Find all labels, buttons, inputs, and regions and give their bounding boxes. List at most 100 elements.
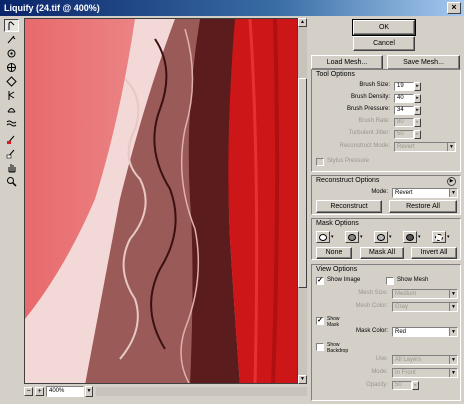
scroll-up-icon[interactable]: ▲ bbox=[298, 18, 307, 27]
pucker-tool[interactable] bbox=[4, 61, 19, 74]
chevron-down-icon: ▼ bbox=[449, 328, 457, 336]
load-mesh-button[interactable]: Load Mesh... bbox=[311, 55, 383, 70]
subtract-selection-icon bbox=[377, 233, 385, 241]
mask-options-group: Mask Options ▾ ▾ ▾ ▾ ▾ None Mask All Inv… bbox=[311, 218, 461, 260]
window-title: Liquify (24.tif @ 400%) bbox=[4, 3, 100, 13]
brush-density-field[interactable]: 40 bbox=[394, 94, 414, 103]
brush-rate-field: 80 bbox=[394, 118, 414, 127]
thaw-mask-tool[interactable] bbox=[4, 147, 19, 160]
mode-label: Mode: bbox=[371, 189, 388, 195]
mirror-tool[interactable] bbox=[4, 103, 19, 116]
view-options-heading: View Options bbox=[316, 266, 358, 273]
turbulence-tool[interactable] bbox=[4, 117, 19, 130]
reconstruct-options-heading: Reconstruct Options bbox=[316, 177, 380, 184]
zoom-out-button[interactable]: − bbox=[24, 387, 33, 396]
save-mesh-button[interactable]: Save Mesh... bbox=[387, 55, 460, 70]
invert-mask[interactable]: ▾ bbox=[432, 230, 456, 244]
twirl-icon bbox=[7, 49, 16, 58]
bloat-icon bbox=[6, 76, 17, 87]
chevron-down-icon: ▾ bbox=[360, 234, 363, 240]
twirl-clockwise-tool[interactable] bbox=[4, 47, 19, 60]
reconstruct-menu-arrow-icon[interactable]: ▶ bbox=[447, 177, 456, 186]
intersect-with-mask[interactable]: ▾ bbox=[403, 230, 427, 244]
brush-size-field[interactable]: 19 bbox=[394, 82, 414, 91]
restore-all-button[interactable]: Restore All bbox=[389, 200, 457, 213]
mesh-color-label: Mesh Color: bbox=[355, 303, 388, 309]
zoom-dropdown-icon[interactable]: ▼ bbox=[85, 386, 93, 397]
mask-color-value: Red bbox=[395, 329, 407, 335]
hand-tool[interactable] bbox=[4, 161, 19, 174]
show-mask-checkbox[interactable]: ✓ bbox=[316, 317, 324, 325]
add-to-mask[interactable]: ▾ bbox=[345, 230, 369, 244]
mask-color-select[interactable]: Red ▼ bbox=[392, 327, 458, 337]
chevron-down-icon: ▼ bbox=[449, 369, 457, 377]
show-backdrop-label: Show Backdrop bbox=[327, 342, 349, 354]
mask-all-button[interactable]: Mask All bbox=[360, 247, 404, 259]
show-image-checkbox[interactable]: ✓ bbox=[316, 277, 324, 285]
scroll-thumb[interactable] bbox=[298, 78, 307, 288]
scroll-down-icon[interactable]: ▼ bbox=[298, 375, 307, 384]
chevron-down-icon: ▼ bbox=[449, 189, 457, 197]
show-backdrop-checkbox[interactable] bbox=[316, 343, 324, 351]
brush-size-label: Brush Size: bbox=[359, 82, 390, 88]
hair-image bbox=[25, 19, 297, 383]
cancel-button[interactable]: Cancel bbox=[353, 36, 415, 51]
replace-selection-mask[interactable]: ▾ bbox=[316, 230, 340, 244]
forward-warp-tool[interactable] bbox=[4, 19, 19, 32]
invert-selection-icon bbox=[435, 233, 443, 241]
view-options-group: View Options ✓ Show Image Show Mesh Mesh… bbox=[311, 264, 461, 401]
mesh-color-select: Gray ▼ bbox=[392, 302, 458, 312]
close-button[interactable]: × bbox=[447, 2, 461, 14]
push-left-tool[interactable] bbox=[4, 89, 19, 102]
chevron-down-icon: ▾ bbox=[331, 234, 334, 240]
brush-density-dropdown-icon[interactable]: ▸ bbox=[414, 94, 421, 103]
show-mesh-checkbox[interactable] bbox=[386, 277, 394, 285]
push-left-icon bbox=[8, 91, 15, 100]
reconstruct-button[interactable]: Reconstruct bbox=[316, 200, 382, 213]
freeze-mask-tool[interactable] bbox=[4, 133, 19, 146]
zoom-in-button[interactable]: + bbox=[35, 387, 44, 396]
mesh-color-value: Gray bbox=[395, 304, 409, 310]
mask-options-heading: Mask Options bbox=[316, 220, 359, 227]
ok-button[interactable]: OK bbox=[352, 19, 416, 36]
stylus-pressure-label: Stylus Pressure bbox=[327, 158, 370, 164]
bloat-tool[interactable] bbox=[4, 75, 19, 88]
mask-none-button[interactable]: None bbox=[316, 247, 352, 259]
chevron-down-icon: ▼ bbox=[449, 290, 457, 298]
backdrop-mode-value: In Front bbox=[395, 370, 416, 376]
mesh-size-value: Medium bbox=[395, 291, 417, 297]
chevron-down-icon: ▾ bbox=[389, 234, 392, 240]
zoom-tool[interactable] bbox=[4, 175, 19, 188]
brush-density-label: Brush Density: bbox=[350, 94, 390, 100]
invert-all-button[interactable]: Invert All bbox=[411, 247, 457, 259]
image-preview[interactable] bbox=[24, 18, 298, 384]
brush-size-dropdown-icon[interactable]: ▸ bbox=[414, 82, 421, 91]
tool-options-group: Tool Options Brush Size: 19 ▸ Brush Dens… bbox=[311, 69, 461, 172]
stylus-pressure-checkbox bbox=[316, 158, 324, 166]
subtract-from-mask[interactable]: ▾ bbox=[374, 230, 398, 244]
reconstruct-tool[interactable] bbox=[4, 33, 19, 46]
horizontal-scrollbar[interactable] bbox=[96, 387, 307, 396]
zoom-bar: − + 400% ▼ bbox=[24, 385, 307, 399]
hand-icon bbox=[8, 164, 16, 173]
brush-rate-dropdown-icon: ▸ bbox=[414, 118, 421, 127]
reconstruct-mode-value: Revert bbox=[397, 144, 415, 150]
chevron-down-icon: ▾ bbox=[418, 234, 421, 240]
brush-pressure-dropdown-icon[interactable]: ▸ bbox=[414, 106, 421, 115]
brush-pressure-field[interactable]: 34 bbox=[394, 106, 414, 115]
opacity-field: 50 bbox=[392, 381, 412, 390]
turbulence-icon bbox=[6, 120, 17, 127]
use-value: All Layers bbox=[395, 357, 422, 363]
mask-color-label: Mask Color: bbox=[355, 328, 388, 334]
reconstruct-mode-selected: Revert bbox=[395, 190, 413, 196]
vertical-scrollbar[interactable]: ▲ ▼ bbox=[298, 18, 307, 384]
chevron-down-icon: ▼ bbox=[449, 356, 457, 364]
window-title-bar: Liquify (24.tif @ 400%) × bbox=[0, 0, 464, 16]
mesh-size-select: Medium ▼ bbox=[392, 289, 458, 299]
pucker-icon bbox=[7, 63, 16, 72]
zoom-level-field[interactable]: 400% bbox=[46, 386, 84, 397]
magnifier-icon bbox=[7, 177, 17, 187]
show-mesh-label: Show Mesh bbox=[397, 277, 429, 283]
backdrop-mode-label: Mode: bbox=[371, 369, 388, 375]
reconstruct-mode-dropdown[interactable]: Revert ▼ bbox=[392, 188, 458, 198]
